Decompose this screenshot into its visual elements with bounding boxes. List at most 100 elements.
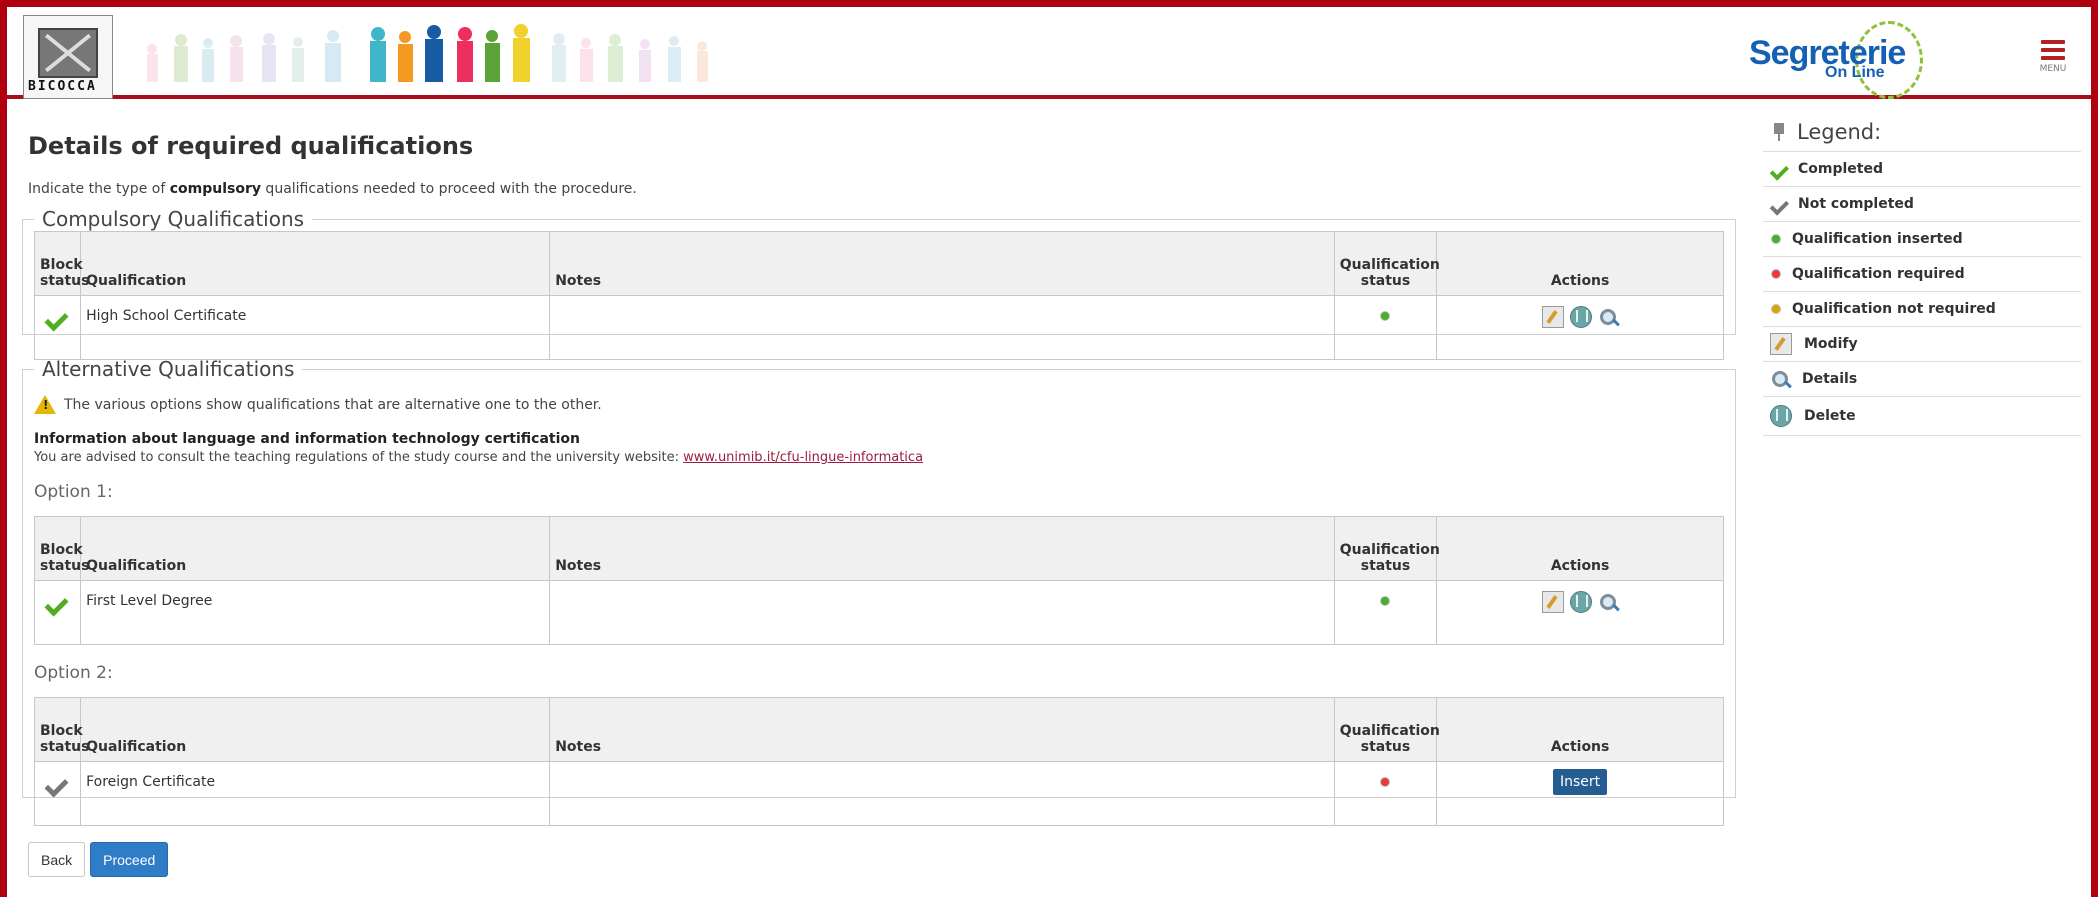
people-silhouette-icon: [147, 24, 708, 82]
university-logo: BICOCCA: [23, 15, 113, 99]
table-header-row: Block status Qualification Notes Qualific…: [33, 516, 1724, 581]
edit-icon: [1770, 333, 1792, 355]
actions-header: Actions: [1436, 231, 1724, 296]
table-row: First Level Degree: [33, 580, 1724, 645]
table-row: Foreign Certificate Insert: [33, 761, 1724, 826]
qualification-status-cell: [1333, 295, 1438, 360]
actions-cell: [1436, 295, 1724, 360]
qualification-cell: Foreign Certificate: [80, 761, 551, 826]
legend-item-details: Details: [1763, 362, 2081, 397]
green-dot-icon: [1772, 235, 1780, 243]
qualification-inserted-icon: [1381, 597, 1390, 605]
legend-panel: Legend: Completed Not completed Qualific…: [1763, 113, 2081, 436]
certification-info-text: You are advised to consult the teaching …: [34, 450, 1724, 465]
legend-item-modify: Modify: [1763, 327, 2081, 362]
option-1-qualifications-table: Block status Qualification Notes Qualific…: [33, 516, 1724, 645]
legend-item-completed: Completed: [1763, 152, 2081, 187]
qualification-required-icon: [1381, 778, 1390, 786]
delete-icon: [1770, 405, 1792, 427]
proceed-button[interactable]: Proceed: [90, 842, 169, 877]
compulsory-qualifications-title: Compulsory Qualifications: [42, 207, 305, 231]
university-logo-text: BICOCCA: [28, 79, 97, 94]
warning-text: The various options show qualifications …: [64, 396, 602, 413]
legend-header: Legend:: [1763, 113, 2081, 152]
alternative-qualifications-section: Alternative Qualifications ! The various…: [22, 357, 1736, 826]
hamburger-menu-icon: [2038, 40, 2068, 60]
yellow-dot-icon: [1772, 305, 1780, 313]
modify-icon[interactable]: [1542, 591, 1565, 613]
certification-website-link[interactable]: www.unimib.it/cfu-lingue-informatica: [683, 450, 923, 465]
block-status-header: Block status: [33, 516, 89, 581]
qualification-status-header: Qualification status: [1333, 231, 1440, 296]
legend-item-label: Qualification required: [1792, 266, 1965, 282]
legend-item-qualification-inserted: Qualification inserted: [1763, 222, 2081, 257]
details-icon[interactable]: [1598, 592, 1618, 612]
intro-prefix: Indicate the type of: [28, 181, 170, 197]
actions-cell: Insert: [1436, 761, 1724, 826]
action-buttons: [1442, 591, 1718, 613]
legend-item-label: Qualification inserted: [1792, 231, 1963, 247]
insert-qualification-button[interactable]: Insert: [1553, 769, 1608, 795]
legend-item-qualification-not-required: Qualification not required: [1763, 292, 2081, 327]
notes-header: Notes: [549, 697, 1335, 762]
legend-item-label: Details: [1802, 371, 1858, 387]
qualification-cell: High School Certificate: [80, 295, 551, 360]
intro-bold-term: compulsory: [169, 181, 261, 197]
notes-cell: [549, 295, 1335, 360]
notes-header: Notes: [549, 516, 1335, 581]
details-icon[interactable]: [1598, 307, 1618, 327]
block-status-header: Block status: [33, 697, 89, 762]
page-title: Details of required qualifications: [28, 132, 474, 160]
qualification-status-cell: [1333, 580, 1438, 645]
qualification-cell: First Level Degree: [80, 580, 551, 645]
action-buttons: [1442, 306, 1718, 328]
qualification-header: Qualification: [80, 697, 551, 762]
option-2-qualifications-table: Block status Qualification Notes Qualific…: [33, 697, 1724, 826]
option-2-title: Option 2:: [34, 663, 113, 683]
green-check-icon: [1769, 162, 1788, 176]
delete-icon[interactable]: [1570, 306, 1593, 328]
legend-item-label: Modify: [1804, 336, 1858, 352]
not-completed-check-icon: [44, 774, 68, 792]
legend-item-label: Qualification not required: [1792, 301, 1996, 317]
segreterie-online-logo: Segreterie On Line: [1737, 17, 1927, 99]
menu-button[interactable]: MENU: [2038, 40, 2068, 84]
completed-check-icon: [44, 593, 68, 611]
university-seal-icon: [38, 28, 98, 78]
qualification-status-header: Qualification status: [1333, 516, 1440, 581]
legend-item-label: Not completed: [1798, 196, 1914, 212]
brand-subtitle: On Line: [1825, 64, 1885, 81]
notes-cell: [549, 580, 1335, 645]
main-content: Details of required qualifications Indic…: [22, 122, 1736, 826]
qualification-inserted-icon: [1381, 312, 1390, 320]
block-status-cell: [33, 761, 82, 826]
compulsory-qualifications-section: Compulsory Qualifications Block status Qu…: [22, 207, 1736, 360]
actions-header: Actions: [1436, 516, 1724, 581]
legend-item-label: Completed: [1798, 161, 1884, 177]
alternative-qualifications-title: Alternative Qualifications: [42, 357, 295, 381]
actions-header: Actions: [1436, 697, 1724, 762]
delete-icon[interactable]: [1570, 591, 1593, 613]
modify-icon[interactable]: [1542, 306, 1565, 328]
table-header-row: Block status Qualification Notes Qualific…: [33, 697, 1724, 762]
block-status-header: Block status: [33, 231, 89, 296]
alternative-warning: ! The various options show qualification…: [34, 395, 1724, 414]
notes-header: Notes: [549, 231, 1335, 296]
gray-check-icon: [1769, 197, 1788, 211]
qualification-status-cell: [1333, 761, 1438, 826]
table-header-row: Block status Qualification Notes Qualific…: [33, 231, 1724, 296]
option-1-title: Option 1:: [34, 482, 113, 502]
legend-item-qualification-required: Qualification required: [1763, 257, 2081, 292]
back-button[interactable]: Back: [28, 842, 86, 877]
red-dot-icon: [1772, 270, 1780, 278]
top-header: BICOCCA Segreterie On Line MENU: [7, 7, 2091, 99]
block-status-cell: [33, 295, 82, 360]
intro-suffix: qualifications needed to proceed with th…: [260, 181, 637, 197]
details-icon: [1770, 369, 1790, 389]
page-instructions: Indicate the type of compulsory qualific…: [28, 181, 1732, 197]
legend-title: Legend:: [1797, 120, 1882, 144]
warning-icon: !: [34, 395, 56, 414]
actions-cell: [1436, 580, 1724, 645]
notes-cell: [549, 761, 1335, 826]
header-people-banner: [142, 19, 792, 91]
